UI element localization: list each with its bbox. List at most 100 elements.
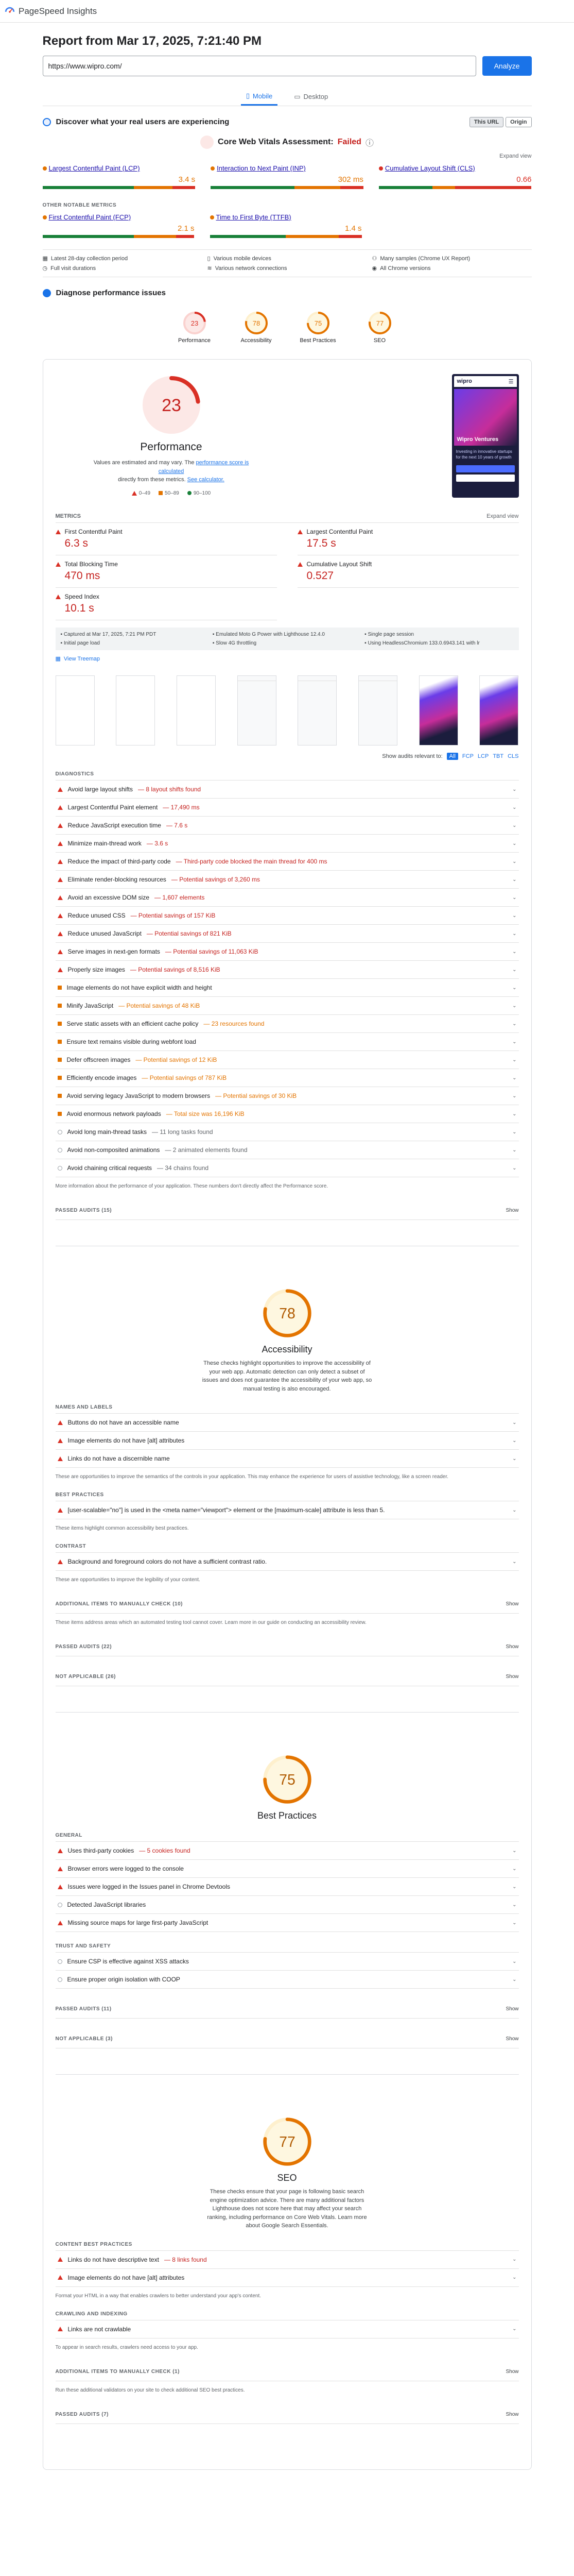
chevron-down-icon[interactable]: ⌄ (512, 805, 516, 810)
audit-row[interactable]: Defer offscreen images — Potential saving… (55, 1051, 519, 1069)
url-input[interactable] (42, 56, 476, 76)
chevron-down-icon[interactable]: ⌄ (512, 1902, 516, 1908)
show-button[interactable]: Show (506, 1208, 518, 1213)
audit-row[interactable]: Avoid large layout shifts — 8 layout shif… (55, 781, 519, 799)
view-treemap-button[interactable]: ▦ View Treemap (56, 655, 519, 663)
show-button[interactable]: Show (506, 2412, 518, 2417)
chevron-down-icon[interactable]: ⌄ (512, 1456, 516, 1462)
filter-tbt[interactable]: TBT (493, 753, 503, 759)
audit-row[interactable]: Avoid long main-thread tasks — 11 long ta… (55, 1123, 519, 1141)
chevron-down-icon[interactable]: ⌄ (512, 1075, 516, 1081)
audit-row[interactable]: Avoid an excessive DOM size — 1,607 eleme… (55, 889, 519, 907)
chevron-down-icon[interactable]: ⌄ (512, 1111, 516, 1117)
audit-row[interactable]: Detected JavaScript libraries ⌄ (55, 1896, 519, 1914)
show-button[interactable]: Show (506, 2036, 518, 2042)
audit-row[interactable]: Serve images in next-gen formats — Potent… (55, 943, 519, 961)
gauge-performance[interactable]: 23 Performance (171, 311, 218, 344)
audit-row[interactable]: Links do not have descriptive text — 8 li… (55, 2251, 519, 2269)
audit-row[interactable]: Reduce JavaScript execution time — 7.6 s ⌄ (55, 817, 519, 835)
chevron-down-icon[interactable]: ⌄ (512, 1165, 516, 1171)
chevron-down-icon[interactable]: ⌄ (512, 1507, 516, 1513)
chevron-down-icon[interactable]: ⌄ (512, 877, 516, 883)
chevron-down-icon[interactable]: ⌄ (512, 859, 516, 865)
brand[interactable]: PageSpeed Insights (4, 6, 97, 17)
audit-row[interactable]: Buttons do not have an accessible name ⌄ (55, 1414, 519, 1432)
audit-row[interactable]: Minify JavaScript — Potential savings of … (55, 997, 519, 1015)
audit-row[interactable]: Reduce the impact of third-party code — T… (55, 853, 519, 871)
audit-row[interactable]: Properly size images — Potential savings … (55, 961, 519, 979)
audit-row[interactable]: Links do not have a discernible name ⌄ (55, 1450, 519, 1468)
chip-origin[interactable]: Origin (506, 116, 532, 127)
chevron-down-icon[interactable]: ⌄ (512, 2275, 516, 2280)
chevron-down-icon[interactable]: ⌄ (512, 1884, 516, 1890)
filter-lcp[interactable]: LCP (478, 753, 489, 759)
filter-all[interactable]: All (446, 753, 458, 760)
audit-row[interactable]: Reduce unused JavaScript — Potential savi… (55, 925, 519, 943)
audit-row[interactable]: Missing source maps for large first-part… (55, 1914, 519, 1932)
chevron-down-icon[interactable]: ⌄ (512, 1021, 516, 1027)
show-button[interactable]: Show (506, 2006, 518, 2012)
analyze-button[interactable]: Analyze (482, 56, 532, 76)
a11y-not-applicable[interactable]: NOT APPLICABLE (26) Show (55, 1668, 519, 1686)
chevron-down-icon[interactable]: ⌄ (512, 913, 516, 919)
audit-row[interactable]: Ensure CSP is effective against XSS atta… (55, 1953, 519, 1971)
chevron-down-icon[interactable]: ⌄ (512, 1420, 516, 1426)
chevron-down-icon[interactable]: ⌄ (512, 895, 516, 901)
chevron-down-icon[interactable]: ⌄ (512, 787, 516, 792)
chevron-down-icon[interactable]: ⌄ (512, 823, 516, 828)
gauge-accessibility[interactable]: 78 Accessibility (233, 311, 280, 344)
audit-row[interactable]: Reduce unused CSS — Potential savings of … (55, 907, 519, 925)
chevron-down-icon[interactable]: ⌄ (512, 949, 516, 955)
audit-row[interactable]: Avoid non-composited animations — 2 anima… (55, 1141, 519, 1159)
chevron-down-icon[interactable]: ⌄ (512, 1129, 516, 1135)
chevron-down-icon[interactable]: ⌄ (512, 1866, 516, 1872)
audit-row[interactable]: Efficiently encode images — Potential sav… (55, 1069, 519, 1087)
chevron-down-icon[interactable]: ⌄ (512, 2326, 516, 2332)
field-metric-name[interactable]: Cumulative Layout Shift (CLS) (378, 164, 532, 172)
field-metric-name[interactable]: Time to First Byte (TTFB) (210, 213, 362, 221)
audit-row[interactable]: Eliminate render-blocking resources — Pot… (55, 871, 519, 889)
audit-row[interactable]: Issues were logged in the Issues panel i… (55, 1878, 519, 1896)
audit-row[interactable]: Links are not crawlable ⌄ (55, 2320, 519, 2338)
chevron-down-icon[interactable]: ⌄ (512, 967, 516, 973)
chevron-down-icon[interactable]: ⌄ (512, 1559, 516, 1565)
chevron-down-icon[interactable]: ⌄ (512, 1147, 516, 1153)
field-metric-name[interactable]: Largest Contentful Paint (LCP) (42, 164, 196, 172)
chevron-down-icon[interactable]: ⌄ (512, 1057, 516, 1063)
chevron-down-icon[interactable]: ⌄ (512, 1848, 516, 1854)
chevron-down-icon[interactable]: ⌄ (512, 1977, 516, 1982)
chip-this-url[interactable]: This URL (469, 116, 504, 127)
seo-passed-audits[interactable]: PASSED AUDITS (7) Show (55, 2405, 519, 2424)
cwv-expand-view[interactable]: Expand view (43, 153, 531, 159)
chevron-down-icon[interactable]: ⌄ (512, 1093, 516, 1099)
audit-row[interactable]: Minimize main-thread work — 3.6 s ⌄ (55, 835, 519, 853)
filter-fcp[interactable]: FCP (462, 753, 474, 759)
tab-mobile[interactable]: ▯ Mobile (240, 88, 278, 106)
audit-row[interactable]: Avoid serving legacy JavaScript to moder… (55, 1087, 519, 1105)
audit-row[interactable]: Image elements do not have [alt] attribu… (55, 2269, 519, 2287)
audit-row[interactable]: Background and foreground colors do not … (55, 1553, 519, 1571)
show-button[interactable]: Show (506, 1644, 518, 1650)
audit-row[interactable]: Ensure proper origin isolation with COOP… (55, 1971, 519, 1989)
chevron-down-icon[interactable]: ⌄ (512, 985, 516, 991)
filter-cls[interactable]: CLS (508, 753, 518, 759)
bp-not-applicable[interactable]: NOT APPLICABLE (3) Show (55, 2030, 519, 2048)
audit-row[interactable]: Image elements do not have [alt] attribu… (55, 1432, 519, 1450)
audit-row[interactable]: Ensure text remains visible during webfo… (55, 1033, 519, 1051)
bp-passed-audits[interactable]: PASSED AUDITS (11) Show (55, 2000, 519, 2019)
chevron-down-icon[interactable]: ⌄ (512, 1003, 516, 1009)
chevron-down-icon[interactable]: ⌄ (512, 1959, 516, 1964)
chevron-down-icon[interactable]: ⌄ (512, 1438, 516, 1444)
a11y-passed-audits[interactable]: PASSED AUDITS (22) Show (55, 1638, 519, 1656)
audit-row[interactable]: Avoid chaining critical requests — 34 cha… (55, 1159, 519, 1177)
audit-row[interactable]: Image elements do not have explicit widt… (55, 979, 519, 997)
chevron-down-icon[interactable]: ⌄ (512, 2257, 516, 2262)
audit-row[interactable]: Browser errors were logged to the consol… (55, 1860, 519, 1878)
gauge-seo[interactable]: 77 SEO (357, 311, 403, 344)
a11y-manual-checks[interactable]: ADDITIONAL ITEMS TO MANUALLY CHECK (10) … (55, 1595, 519, 1614)
perf-passed-audits[interactable]: PASSED AUDITS (15) Show (55, 1201, 519, 1220)
field-metric-name[interactable]: Interaction to Next Paint (INP) (211, 164, 363, 172)
field-metric-name[interactable]: First Contentful Paint (FCP) (42, 213, 195, 221)
chevron-down-icon[interactable]: ⌄ (512, 1039, 516, 1045)
audit-row[interactable]: Largest Contentful Paint element — 17,490… (55, 799, 519, 817)
